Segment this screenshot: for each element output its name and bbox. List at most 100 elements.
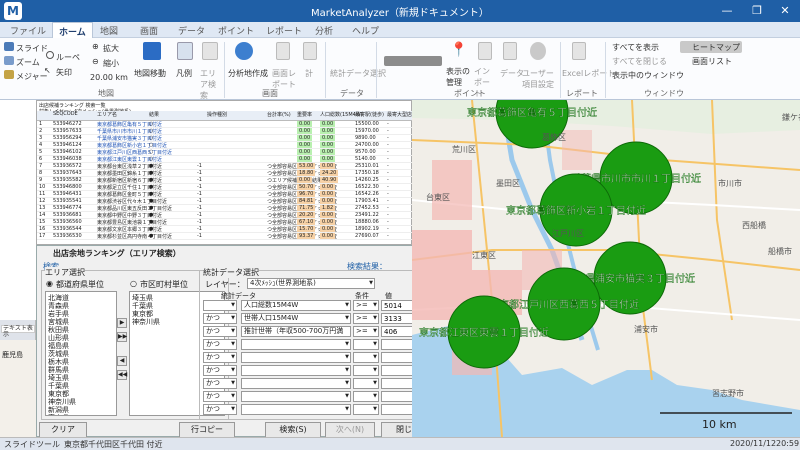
user-settings-button[interactable]: ユーザー項目設定 — [522, 68, 558, 90]
col-header[interactable]: 最寄大型店 — [387, 111, 412, 118]
left-item[interactable]: テキスト表示 — [1, 325, 35, 338]
search-button[interactable]: 検索(S) — [265, 422, 321, 438]
table-row[interactable]: 14533936681東京都中野区中野３丁目付近●-1つ全部容易区のマーケット調… — [37, 212, 413, 219]
measure-button[interactable]: メジャー — [16, 71, 48, 82]
col-header[interactable]: 重要率 — [297, 111, 312, 118]
remove-button[interactable]: ◀ — [117, 356, 127, 366]
hide-all-button[interactable]: すべてを閉じる — [612, 56, 667, 67]
table-row[interactable]: 8533937643東京都墨田区錦糸１丁目付近●-1つ全部容易区のマーケット調査… — [37, 170, 413, 177]
tab-map[interactable]: 地図 — [100, 24, 118, 37]
condition-operator[interactable]: かつ — [203, 326, 237, 337]
col-header[interactable]: 最寄駅(徒歩) — [355, 111, 384, 118]
point-manage-button[interactable]: 表示の管理 — [446, 66, 470, 88]
condition-field[interactable] — [241, 391, 351, 402]
condition-compare[interactable] — [353, 391, 379, 402]
map-view[interactable]: 東京都葛飾区亀有５丁目付近 千葉県市川市市川１丁目付近 東京都葛飾区新小岩１丁目付近… — [412, 100, 800, 437]
table-row[interactable]: 17533936530東京都杉並区高円寺南４丁目付近●-1つ全部容易区のマーケッ… — [37, 233, 413, 240]
area-search-button[interactable]: エリア検索 — [200, 68, 220, 101]
tab-file[interactable]: ファイル — [10, 24, 46, 37]
table-row[interactable]: 5 533946102 東京都江戸川区西葛西５丁目付近 ○ 0.00 0.00 9570.0… — [37, 149, 413, 156]
stats-select-button[interactable]: 統計データ選択 — [330, 68, 386, 79]
condition-field[interactable]: 推計世帯（年収500-700万円満_8階級）13 — [241, 326, 351, 337]
close-icon[interactable]: ✕ — [770, 0, 800, 22]
table-row[interactable]: 15533936560東京都豊島区東池袋１丁目付近●-1つ全部容易区のマーケット… — [37, 219, 413, 226]
copy-row-button[interactable]: 行コピー — [179, 422, 235, 438]
legend-button[interactable]: 凡例 — [176, 68, 192, 79]
table-row[interactable]: 12533935541東京都渋谷区代々木１丁目付近●-1つ全部容易区のマーケット… — [37, 198, 413, 205]
condition-compare[interactable] — [353, 339, 379, 350]
condition-field[interactable]: 世帯人口15M4W — [241, 313, 351, 324]
table-row[interactable]: 9 533935582 東京都新宿区新宿６丁目付近 ● -1 つエリア候補の調査結果 0.0… — [37, 177, 413, 184]
radio-pref[interactable]: ◉ — [46, 279, 53, 288]
table-row[interactable]: 16533936544東京都文京区本郷３丁目付近●-1つ全部容易区のマーケット調… — [37, 226, 413, 233]
condition-compare[interactable] — [353, 378, 379, 389]
slide-button[interactable]: スライド — [16, 43, 48, 54]
total-button[interactable]: 計 — [305, 68, 313, 79]
col-header[interactable]: SEQCODE — [53, 111, 78, 117]
table-row[interactable]: 2 533957633 千葉県市川市市川１丁目付近 ○ 0.00 0.00 15970.00… — [37, 128, 413, 135]
table-row[interactable]: 6 533946038 東京都江東区東雲１丁目付近 ○ 0.00 0.00 5140.00- — [37, 156, 413, 163]
zoom-button[interactable]: ズーム — [16, 57, 40, 68]
minimize-icon[interactable]: — — [712, 0, 742, 22]
list-item[interactable]: 神奈川県 — [132, 317, 160, 327]
tab-point[interactable]: ポイント — [218, 24, 254, 37]
condition-operator[interactable]: かつ — [203, 391, 237, 402]
zoom-out-button[interactable]: 縮小 — [103, 58, 119, 69]
tab-analysis[interactable]: 分析 — [315, 24, 333, 37]
arrow-button[interactable]: 矢印 — [56, 67, 72, 78]
condition-field[interactable] — [241, 378, 351, 389]
condition-operator[interactable] — [203, 300, 237, 311]
condition-field[interactable] — [241, 404, 351, 415]
table-row[interactable]: 1 533946272 東京都葛飾区亀有５丁目付近 ○ 0.00 0.00 15500.00… — [37, 121, 413, 128]
tab-data[interactable]: データ — [178, 24, 205, 37]
condition-compare[interactable]: >= — [353, 326, 379, 337]
tab-help[interactable]: ヘルプ — [352, 24, 379, 37]
show-all-button[interactable]: すべてを表示 — [612, 42, 659, 53]
condition-field[interactable] — [241, 339, 351, 350]
tab-report[interactable]: レポート — [266, 24, 302, 37]
tab-home[interactable]: ホーム — [52, 22, 93, 38]
window-show-button[interactable]: 表示中のウィンドウ — [612, 70, 684, 81]
table-row[interactable]: 11533946431東京都葛飾区金町５丁目付近●-1つ全部容易区のマーケット調… — [37, 191, 413, 198]
condition-operator[interactable]: かつ — [203, 352, 237, 363]
condition-operator[interactable]: かつ — [203, 378, 237, 389]
layer-select[interactable]: 4次ﾒｯｼｭ(世界測地系) — [247, 278, 375, 289]
excel-report-button[interactable]: Excelレポート — [562, 68, 615, 79]
condition-compare[interactable]: >= — [353, 313, 379, 324]
condition-compare[interactable]: >= — [353, 300, 379, 311]
analysis-map-button[interactable]: 分析地作成 — [228, 68, 268, 79]
next-button[interactable]: 次へ(N) — [325, 422, 375, 438]
table-row[interactable]: 4 533946124 東京都葛飾区新小岩１丁目付近 ○ 0.00 0.00 24700.0… — [37, 142, 413, 149]
table-row[interactable]: 3 533956294 千葉県浦安市猫実３丁目付近 ○ 0.00 0.00 9890.00- — [37, 135, 413, 142]
condition-operator[interactable]: かつ — [203, 339, 237, 350]
col-header[interactable]: エリア名 — [97, 111, 117, 118]
table-row[interactable]: 7533936572東京都台東区浅草２丁目付近●-1つ全部容易区のマーケット調査… — [37, 163, 413, 170]
table-row[interactable]: 13533946774東京都品川区東五反田２丁目付近●-1つ全部容易区のマーケッ… — [37, 205, 413, 212]
add-all-button[interactable]: ▶▶ — [117, 332, 127, 342]
screen-list-button[interactable]: 画面リスト — [692, 56, 732, 67]
restore-icon[interactable]: ❐ — [742, 0, 772, 22]
loupe-button[interactable]: ルーペ — [56, 52, 80, 63]
prefecture-list[interactable]: 北海道 青森県 岩手県 宮城県 秋田県 山形県 福島県 茨城県 栃木県 群馬県 埼玉県 千葉県 東京都神… — [45, 291, 117, 416]
map-move-button[interactable]: 地図移動 — [134, 68, 166, 79]
table-row[interactable]: 10533946800東京都足立区千住１丁目付近●-1つ全部容易区のマーケット調… — [37, 184, 413, 191]
radio-city[interactable]: ○ — [130, 279, 137, 288]
data-button[interactable]: データ — [500, 68, 524, 79]
tab-screen[interactable]: 画面 — [140, 24, 158, 37]
screen-report-button[interactable]: 画面レポート — [272, 68, 296, 90]
clear-button[interactable]: クリア — [39, 422, 87, 438]
col-header[interactable]: 操作種別 — [207, 111, 227, 118]
condition-field[interactable]: 人口総数15M4W — [241, 300, 351, 311]
col-header[interactable]: 台計率(%) — [267, 111, 291, 118]
remove-all-button[interactable]: ◀◀ — [117, 370, 127, 380]
condition-field[interactable] — [241, 365, 351, 376]
list-item[interactable]: 富山県 — [48, 413, 69, 415]
condition-compare[interactable] — [353, 352, 379, 363]
condition-operator[interactable]: かつ — [203, 313, 237, 324]
condition-field[interactable] — [241, 352, 351, 363]
col-header[interactable]: 結果 — [149, 111, 159, 118]
add-button[interactable]: ▶ — [117, 318, 127, 328]
condition-operator[interactable]: かつ — [203, 404, 237, 415]
point-layer-select[interactable] — [384, 56, 442, 66]
condition-compare[interactable] — [353, 365, 379, 376]
